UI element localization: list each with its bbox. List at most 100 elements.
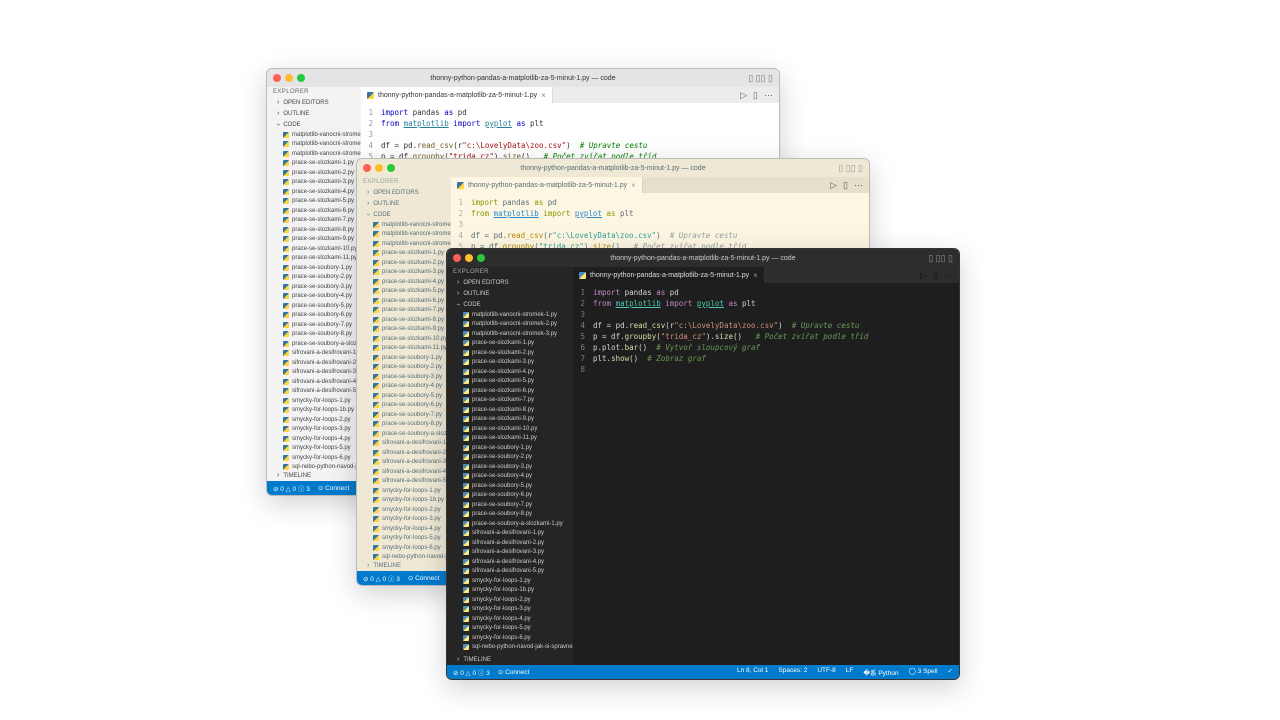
status-item[interactable]: ◯ 3 Spell <box>909 667 938 677</box>
code-line[interactable]: 3 <box>573 309 959 320</box>
file-tree-item[interactable]: prace-se-soubory-2.py <box>361 363 451 373</box>
file-tree-item[interactable]: prace-se-slozkami-7.py <box>361 306 451 316</box>
explorer-sidebar[interactable]: EXPLOREROPEN EDITORSOUTLINECODEmatplotli… <box>267 87 361 481</box>
file-tree-item[interactable]: smycky-for-loops-6.py <box>271 453 361 463</box>
file-tree-item[interactable]: prace-se-soubory-4.py <box>271 292 361 302</box>
file-tree-item[interactable]: smycky-for-loops-1.py <box>361 486 451 496</box>
file-tree-item[interactable]: smycky-for-loops-2.py <box>271 415 361 425</box>
code-editor[interactable]: 1import pandas as pd2from matplotlib imp… <box>573 283 959 665</box>
file-tree-item[interactable]: prace-se-slozkami-6.py <box>451 386 573 396</box>
file-tree-item[interactable]: prace-se-soubory-3.py <box>451 462 573 472</box>
file-tree-item[interactable]: prace-se-slozkami-1.py <box>451 339 573 349</box>
file-tree-item[interactable]: sifrovani-a-desifrovani-1.py <box>271 349 361 359</box>
split-icon[interactable]: ▯ <box>933 270 938 281</box>
file-tree-item[interactable]: prace-se-soubory-a-slozkami <box>361 429 451 439</box>
file-tree-item[interactable]: prace-se-slozkami-5.py <box>451 377 573 387</box>
file-tree-item[interactable]: prace-se-soubory-5.py <box>451 481 573 491</box>
file-tree-item[interactable]: sifrovani-a-desifrovani-5.py <box>271 387 361 397</box>
file-tree-item[interactable]: prace-se-slozkami-11.py <box>451 434 573 444</box>
file-tree-item[interactable]: sifrovani-a-desifrovani-2.py <box>361 448 451 458</box>
code-content[interactable]: df = pd.read_csv(r"c:\LovelyData\zoo.csv… <box>471 230 737 241</box>
code-content[interactable]: from matplotlib import pyplot as plt <box>593 298 756 309</box>
file-tree-item[interactable]: prace-se-slozkami-3.py <box>361 268 451 278</box>
file-tree-item[interactable]: sifrovani-a-desifrovani-2.py <box>271 358 361 368</box>
file-tree-item[interactable]: matplotlib-vanocni-stromek-1.py <box>451 310 573 320</box>
status-item[interactable]: ⊘ 0 △ 0 ⓘ 3 <box>453 667 490 677</box>
section-open-editors[interactable]: OPEN EDITORS <box>357 187 451 198</box>
file-tree-item[interactable]: sifrovani-a-desifrovani-3.py <box>361 458 451 468</box>
file-tree-item[interactable]: prace-se-slozkami-10.py <box>451 424 573 434</box>
file-tree-item[interactable]: smycky-for-loops-1b.py <box>271 406 361 416</box>
code-line[interactable]: 1import pandas as pd <box>451 197 869 208</box>
code-line[interactable]: 1import pandas as pd <box>573 287 959 298</box>
editor-actions[interactable]: ▷▯⋯ <box>920 267 953 283</box>
close-tab-icon[interactable]: × <box>753 271 758 280</box>
close-button[interactable] <box>363 164 371 172</box>
file-tree-item[interactable]: prace-se-slozkami-4.py <box>451 367 573 377</box>
file-tree-item[interactable]: prace-se-soubory-8.py <box>451 510 573 520</box>
file-tree-item[interactable]: prace-se-soubory-1.py <box>271 263 361 273</box>
file-tree-item[interactable]: prace-se-soubory-1.py <box>451 443 573 453</box>
split-icon[interactable]: ▯ <box>753 90 758 101</box>
code-content[interactable]: df = pd.read_csv(r"c:\LovelyData\zoo.csv… <box>381 140 647 151</box>
file-tree-item[interactable]: prace-se-slozkami-11.py <box>361 344 451 354</box>
file-tree-item[interactable]: prace-se-soubory-a-slozkami <box>271 339 361 349</box>
file-tree-item[interactable]: prace-se-slozkami-4.py <box>361 277 451 287</box>
code-line[interactable]: 4df = pd.read_csv(r"c:\LovelyData\zoo.cs… <box>451 230 869 241</box>
code-line[interactable]: 2from matplotlib import pyplot as plt <box>451 208 869 219</box>
file-tree-item[interactable]: prace-se-slozkami-2.py <box>271 168 361 178</box>
more-icon[interactable]: ⋯ <box>944 270 953 281</box>
status-item[interactable]: ⊘ 0 △ 0 ⓘ 3 <box>273 483 310 493</box>
code-content[interactable]: from matplotlib import pyplot as plt <box>381 118 544 129</box>
file-tree-item[interactable]: prace-se-soubory-6.py <box>361 401 451 411</box>
file-tree-item[interactable]: sifrovani-a-desifrovani-5.py <box>361 477 451 487</box>
file-tree-item[interactable]: prace-se-slozkami-1.py <box>271 159 361 169</box>
section-timeline[interactable]: TIMELINE <box>447 654 573 665</box>
file-tree-item[interactable]: smycky-for-loops-2.py <box>451 595 573 605</box>
close-button[interactable] <box>453 254 461 262</box>
status-bar[interactable]: ⊘ 0 △ 0 ⓘ 3⊙ ConnectLn 8, Col 1Spaces: 2… <box>447 665 959 679</box>
file-tree-item[interactable]: prace-se-soubory-a-slozkami-1.py <box>451 519 573 529</box>
tab-bar[interactable]: thonny-python-pandas-a-matplotlib-za-5-m… <box>361 87 779 103</box>
section-code[interactable]: CODE <box>447 299 573 310</box>
file-tree-item[interactable]: sifrovani-a-desifrovani-3.py <box>451 548 573 558</box>
file-tree-item[interactable]: prace-se-slozkami-4.py <box>271 187 361 197</box>
window-layout-icons[interactable]: ▯ ▯▯ ▯ <box>838 163 863 174</box>
close-button[interactable] <box>273 74 281 82</box>
file-tree-item[interactable]: prace-se-slozkami-9.py <box>451 415 573 425</box>
window-titlebar[interactable]: thonny-python-pandas-a-matplotlib-za-5-m… <box>447 249 959 267</box>
file-tree-item[interactable]: prace-se-slozkami-8.py <box>451 405 573 415</box>
file-tree-item[interactable]: prace-se-soubory-8.py <box>271 330 361 340</box>
file-tree-item[interactable]: smycky-for-loops-6.py <box>451 633 573 643</box>
file-tree-item[interactable]: smycky-for-loops-5.py <box>451 624 573 634</box>
vscode-window[interactable]: thonny-python-pandas-a-matplotlib-za-5-m… <box>446 248 960 680</box>
min-button[interactable] <box>375 164 383 172</box>
min-button[interactable] <box>285 74 293 82</box>
file-tree-item[interactable]: prace-se-slozkami-9.py <box>361 325 451 335</box>
file-tree-item[interactable]: prace-se-slozkami-10.py <box>361 334 451 344</box>
file-tree-item[interactable]: prace-se-soubory-5.py <box>271 301 361 311</box>
status-item[interactable]: LF <box>846 667 854 677</box>
file-tree-item[interactable]: sifrovani-a-desifrovani-1.py <box>361 439 451 449</box>
section-code[interactable]: CODE <box>267 119 361 130</box>
file-tree-item[interactable]: smycky-for-loops-2.py <box>361 505 451 515</box>
status-item[interactable]: ✓ <box>948 667 953 677</box>
code-line[interactable]: 3 <box>361 129 779 140</box>
file-tree-item[interactable]: matplotlib-vanocni-stromek-3.py <box>271 149 361 159</box>
editor-actions[interactable]: ▷▯⋯ <box>740 87 773 103</box>
window-layout-icons[interactable]: ▯ ▯▯ ▯ <box>748 73 773 84</box>
code-content[interactable]: import pandas as pd <box>593 287 679 298</box>
code-line[interactable]: 4df = pd.read_csv(r"c:\LovelyData\zoo.cs… <box>361 140 779 151</box>
file-tree-item[interactable]: matplotlib-vanocni-stromek-3.py <box>361 239 451 249</box>
window-titlebar[interactable]: thonny-python-pandas-a-matplotlib-za-5-m… <box>267 69 779 87</box>
file-tree-item[interactable]: sifrovani-a-desifrovani-3.py <box>271 368 361 378</box>
file-tree-item[interactable]: smycky-for-loops-1.py <box>451 576 573 586</box>
file-tree-item[interactable]: prace-se-slozkami-7.py <box>271 216 361 226</box>
editor-tab[interactable]: thonny-python-pandas-a-matplotlib-za-5-m… <box>361 87 553 103</box>
file-tree-item[interactable]: smycky-for-loops-3.py <box>361 515 451 525</box>
section-open-editors[interactable]: OPEN EDITORS <box>267 97 361 108</box>
file-tree-item[interactable]: smycky-for-loops-4.py <box>451 614 573 624</box>
file-tree-item[interactable]: smycky-for-loops-1b.py <box>361 496 451 506</box>
section-timeline[interactable]: TIMELINE <box>267 470 361 481</box>
file-tree-item[interactable]: prace-se-soubory-6.py <box>271 311 361 321</box>
